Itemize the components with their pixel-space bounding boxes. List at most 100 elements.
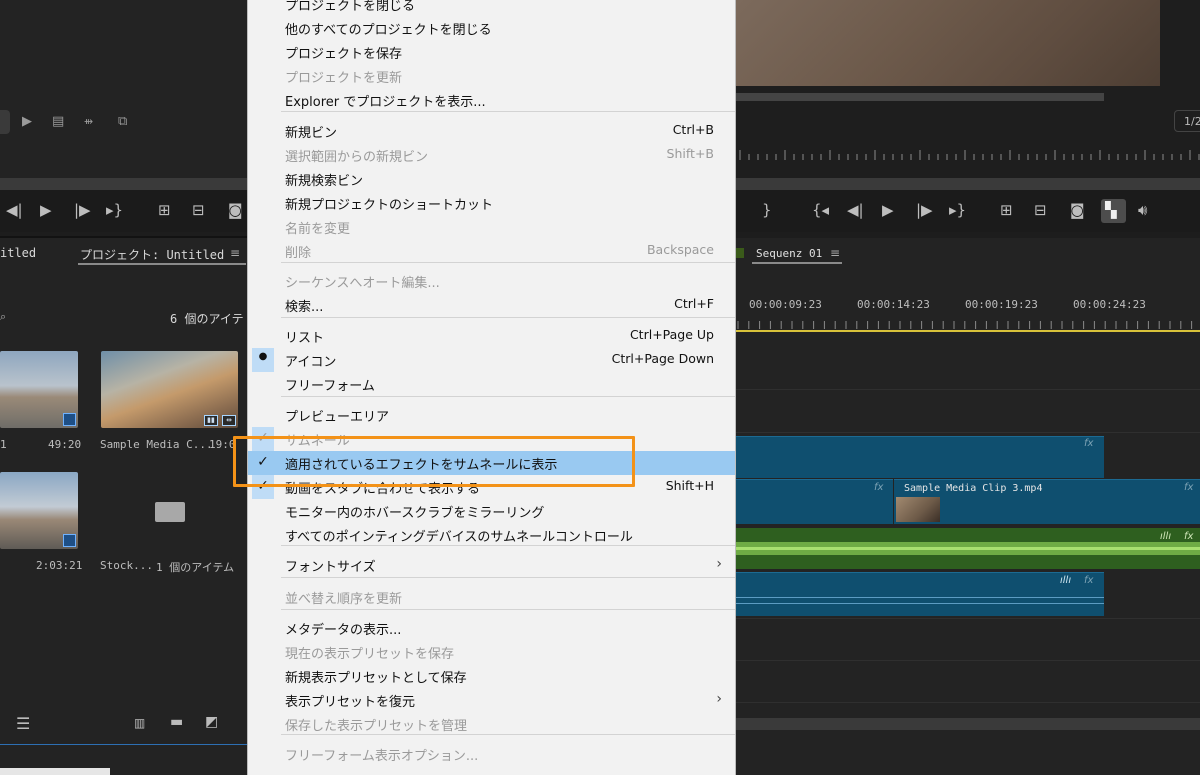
menu-separator (281, 577, 735, 578)
panel-bottom-bar (0, 768, 110, 775)
camera-icon[interactable]: ◙ (228, 200, 243, 220)
bin-name: Stock... (100, 559, 153, 572)
menu-item-label: 新規検索ビン (285, 174, 364, 189)
camera-icon[interactable]: ◙ (1070, 200, 1085, 220)
menu-item-label: プレビューエリア (285, 410, 390, 425)
menu-item[interactable]: 新規表示プリセットとして保存 (248, 664, 735, 688)
lift-icon[interactable]: ⊞ (1000, 200, 1013, 220)
menu-item-label: シーケンスへオート編集... (285, 276, 440, 291)
menu-item-label: リスト (285, 331, 325, 346)
menu-item[interactable]: プロジェクトを保存 (248, 40, 735, 64)
video-clip[interactable] (736, 436, 1104, 478)
sequence-color-chip (736, 248, 744, 258)
work-area-bar[interactable] (736, 330, 1200, 332)
extract-icon[interactable]: ⊟ (1034, 200, 1047, 220)
program-zoom-bar[interactable] (736, 93, 1104, 101)
menu-item: 名前を変更 (248, 215, 735, 239)
menu-item[interactable]: プロジェクトを閉じる (248, 0, 735, 16)
clip-duration: 19:0 (209, 438, 236, 451)
search-icon[interactable]: ⌕ (0, 310, 6, 324)
menu-item[interactable]: プレビューエリア (248, 403, 735, 427)
panel-menu-icon[interactable]: ≡ (230, 246, 240, 260)
panel-menu-icon[interactable]: ≡ (830, 246, 840, 260)
audio-clip[interactable] (736, 572, 1104, 616)
menu-item: 現在の表示プリセットを保存 (248, 640, 735, 664)
clip-audio-icon: ⇹ (222, 415, 236, 426)
menu-item-label: 削除 (285, 246, 312, 261)
timeline-scrollbar[interactable] (736, 718, 1200, 730)
menu-item[interactable]: モニター内のホバースクラブをミラーリング (248, 499, 735, 523)
menu-item[interactable]: 新規検索ビン (248, 167, 735, 191)
comparison-view-icon: ▚ (1105, 201, 1117, 219)
new-bin-icon[interactable]: ▬ (170, 714, 183, 730)
menu-item-label: 新規プロジェクトのショートカット (285, 198, 494, 213)
menu-item[interactable]: 他のすべてのプロジェクトを閉じる (248, 16, 735, 40)
track-divider (736, 432, 1200, 433)
new-item-icon[interactable]: ◩ (205, 714, 218, 730)
clip-badge-icon (63, 413, 76, 426)
menu-item-label: 検索... (285, 300, 324, 315)
program-scroll-bar[interactable] (736, 178, 1200, 190)
menu-item-label: フォントサイズ (285, 560, 376, 575)
export-frame-icon[interactable]: ▤ (52, 114, 64, 130)
source-timecode-field[interactable] (0, 110, 10, 134)
tab-sequence[interactable]: Sequenz 01 (756, 247, 822, 260)
menu-separator (281, 317, 735, 318)
go-to-in-icon[interactable]: {◂ (812, 200, 829, 220)
menu-item-label: プロジェクトを更新 (285, 71, 403, 86)
step-back-icon[interactable]: ◀| (6, 200, 23, 220)
overwrite-icon[interactable]: ⊟ (192, 200, 205, 220)
folder-icon[interactable] (155, 502, 185, 522)
tab-project[interactable]: プロジェクト: Untitled (80, 246, 224, 263)
step-back-icon[interactable]: ◀| (847, 200, 864, 220)
waveform-icon: ıllı (1160, 531, 1172, 542)
timecode-label: 00:00:19:23 (965, 298, 1038, 311)
menu-item[interactable]: すべてのポインティングデバイスのサムネールコントロール (248, 523, 735, 547)
menu-item[interactable]: メタデータの表示... (248, 616, 735, 640)
play-icon[interactable]: ▶ (22, 114, 32, 130)
clip-thumbnail[interactable] (0, 472, 78, 549)
clip-thumbnail[interactable] (0, 351, 78, 428)
list-view-icon[interactable]: ☰ (16, 714, 30, 733)
volume-icon[interactable]: 🔊︎ (1138, 200, 1147, 220)
play-icon[interactable]: ▶ (882, 200, 894, 220)
menu-item-label: 名前を変更 (285, 222, 351, 237)
tab-project-underline (78, 263, 246, 265)
menu-item-label: プロジェクトを閉じる (285, 0, 416, 14)
overwrite-icon[interactable]: ⧉ (118, 114, 127, 130)
mark-out-icon[interactable]: } (762, 200, 772, 220)
menu-item[interactable]: リスト Ctrl+Page Up (248, 324, 735, 348)
play-icon[interactable]: ▶ (40, 200, 52, 220)
step-forward-icon[interactable]: |▶ (74, 200, 91, 220)
menu-item[interactable]: フォントサイズ › (248, 553, 735, 577)
audio-clip[interactable] (736, 528, 1200, 569)
tab-sequence-underline (752, 262, 842, 264)
menu-item[interactable]: ● アイコン Ctrl+Page Down (248, 348, 735, 372)
menu-item-label: アイコン (285, 355, 337, 370)
tab-untitled[interactable]: itled (0, 246, 36, 260)
video-clip[interactable] (736, 479, 893, 524)
menu-item[interactable]: 検索... Ctrl+F (248, 293, 735, 317)
go-to-out-icon[interactable]: ▸} (106, 200, 123, 220)
menu-item[interactable]: 表示プリセットを復元 › (248, 688, 735, 712)
menu-item[interactable]: フリーフォーム (248, 372, 735, 396)
clip-thumbnail[interactable]: ▮▮ ⇹ (101, 351, 238, 428)
insert-icon[interactable]: ⇻ (84, 114, 93, 130)
menu-item[interactable]: Explorer でプロジェクトを表示... (248, 88, 735, 112)
page-indicator[interactable]: 1/2 (1174, 110, 1200, 132)
timecode-label: 00:00:24:23 (1073, 298, 1146, 311)
timeline-ruler[interactable] (736, 317, 1200, 329)
project-panel: itled プロジェクト: Untitled ≡ ⌕ 6 個のアイテ 1 49:… (0, 238, 248, 775)
menu-item[interactable]: 新規プロジェクトのショートカット (248, 191, 735, 215)
menu-item-shortcut: Shift+H (665, 478, 714, 493)
menu-item-label: 新規ビン (285, 126, 338, 141)
step-forward-icon[interactable]: |▶ (916, 200, 933, 220)
go-to-out-icon[interactable]: ▸} (949, 200, 966, 220)
annotation-highlight-box (233, 436, 635, 487)
track-divider (736, 702, 1200, 703)
insert-icon[interactable]: ⊞ (158, 200, 171, 220)
clip-badge-icon: ▮▮ (204, 415, 218, 426)
menu-item[interactable]: 新規ビン Ctrl+B (248, 119, 735, 143)
source-zoom-bar[interactable] (0, 178, 248, 190)
icon-view-icon[interactable]: ▥ (134, 716, 145, 730)
